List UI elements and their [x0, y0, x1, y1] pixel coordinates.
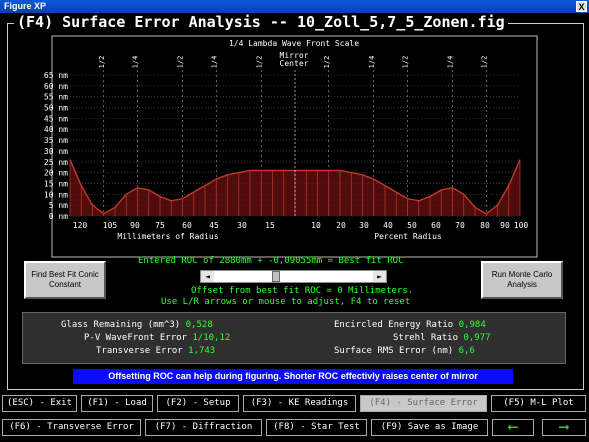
- y-tick-label: 20 nm: [44, 169, 68, 178]
- f8-star-test-button[interactable]: (F8) - Star Test: [266, 419, 367, 436]
- x-tick-label-right: 90: [500, 221, 510, 230]
- esc-exit-button[interactable]: (ESC) - Exit: [2, 395, 77, 412]
- x-tick-label-right: 50: [407, 221, 417, 230]
- x-tick-label-right: 40: [383, 221, 393, 230]
- find-best-fit-conic-button[interactable]: Find Best Fit Conic Constant: [24, 261, 106, 299]
- x-tick-label-right: 70: [455, 221, 465, 230]
- zone-marker-label: 1/2: [480, 56, 488, 69]
- zone-marker-label: 1/2: [323, 56, 331, 69]
- f5-ml-plot-button[interactable]: (F5) M-L Plot: [491, 395, 586, 412]
- zone-marker-label: 1/2: [402, 56, 410, 69]
- x-tick-label-left: 75: [155, 221, 165, 230]
- x-tick-label-left: 90: [130, 221, 140, 230]
- f2-setup-button[interactable]: (F2) - Setup: [157, 395, 239, 412]
- y-tick-label: 45 nm: [44, 114, 68, 123]
- roc-instructions-text: Use L/R arrows or mouse to adjust, F4 to…: [161, 297, 411, 307]
- surface-error-chart: 1/4 Lambda Wave Front Scale Mirror Cente…: [44, 35, 538, 258]
- f7-diffraction-button[interactable]: (F7) - Diffraction: [145, 419, 262, 436]
- hint-banner: Offsetting ROC can help during figuring.…: [73, 369, 513, 384]
- zone-marker-label: 1/4: [368, 56, 376, 69]
- f6-transverse-error-button[interactable]: (F6) - Transverse Error: [2, 419, 141, 436]
- x-axis-label-right: Percent Radius: [374, 232, 442, 241]
- stats-panel: Glass Remaining (mm^3) 0,528 P-V WaveFro…: [22, 312, 566, 364]
- stat-strehl: Strehl Ratio 0,977: [393, 333, 491, 343]
- x-tick-label-right: 80: [480, 221, 490, 230]
- x-tick-label-right: 60: [431, 221, 441, 230]
- x-tick-label-right: 30: [359, 221, 369, 230]
- slider-right-arrow-icon[interactable]: ►: [373, 271, 386, 282]
- f9-save-image-button[interactable]: (F9) Save as Image: [371, 419, 488, 436]
- y-tick-label: 5 nm: [49, 201, 68, 210]
- f3-ke-readings-button[interactable]: (F3) - KE Readings: [243, 395, 356, 412]
- stat-rms-error: Surface RMS Error (nm) 6,6: [334, 346, 475, 356]
- y-tick-label: 15 nm: [44, 179, 68, 188]
- stat-transverse-error: Transverse Error 1,743: [96, 346, 216, 356]
- y-tick-label: 0 nm: [49, 212, 68, 221]
- f4-surface-error-button[interactable]: (F4) - Surface Error: [360, 395, 487, 412]
- y-tick-label: 60 nm: [44, 82, 68, 91]
- stat-glass-remaining: Glass Remaining (mm^3) 0,528: [61, 320, 213, 330]
- x-tick-label-right: 100: [514, 221, 529, 230]
- y-tick-label: 30 nm: [44, 147, 68, 156]
- x-tick-label-left: 120: [73, 221, 88, 230]
- chart-title: 1/4 Lambda Wave Front Scale: [229, 39, 359, 48]
- y-tick-label: 10 nm: [44, 190, 68, 199]
- zone-marker-label: 1/2: [255, 56, 263, 69]
- prev-arrow-icon[interactable]: ⟵: [492, 419, 534, 436]
- zone-marker-label: 1/4: [210, 56, 218, 69]
- zone-marker-label: 1/4: [132, 56, 140, 69]
- x-tick-label-left: 60: [182, 221, 192, 230]
- x-axis-label-left: Millimeters of Radius: [117, 232, 218, 241]
- roc-slider[interactable]: ◄ ►: [200, 270, 387, 283]
- y-tick-label: 55 nm: [44, 93, 68, 102]
- zone-marker-label: 1/4: [447, 56, 455, 69]
- y-tick-label: 35 nm: [44, 136, 68, 145]
- roc-offset-text: Offset from best fit ROC = 0 Millimeters…: [191, 286, 414, 296]
- roc-entered-text: Entered ROC of 2880mm + -0,09055mm = Bes…: [138, 256, 404, 266]
- y-tick-label: 65 nm: [44, 71, 68, 80]
- run-monte-carlo-button[interactable]: Run Monte Carlo Analysis: [481, 261, 563, 299]
- slider-left-arrow-icon[interactable]: ◄: [201, 271, 214, 282]
- slider-thumb[interactable]: [272, 271, 281, 282]
- zone-marker-label: 1/2: [98, 56, 106, 69]
- y-tick-label: 50 nm: [44, 104, 68, 113]
- x-tick-label-left: 30: [237, 221, 247, 230]
- y-tick-label: 40 nm: [44, 125, 68, 134]
- x-tick-label-right: 20: [336, 221, 346, 230]
- stat-encircled-energy: Encircled Energy Ratio 0,984: [334, 320, 486, 330]
- f1-load-button[interactable]: (F1) - Load: [81, 395, 153, 412]
- x-tick-label-left: 105: [103, 221, 118, 230]
- center-label-bottom: Center: [280, 59, 309, 68]
- next-arrow-icon[interactable]: ⟶: [542, 419, 586, 436]
- x-tick-label-right: 10: [311, 221, 321, 230]
- x-tick-label-left: 45: [209, 221, 219, 230]
- x-tick-label-left: 15: [265, 221, 275, 230]
- stat-pv-error: P-V WaveFront Error 1/10,12: [84, 333, 231, 343]
- zone-marker-label: 1/2: [177, 56, 185, 69]
- y-tick-label: 25 nm: [44, 158, 68, 167]
